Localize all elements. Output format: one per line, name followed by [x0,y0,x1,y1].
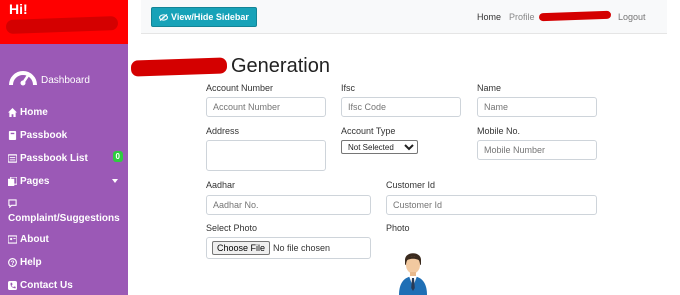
nav-profile-link[interactable]: Profile [509,12,535,22]
select-photo-label: Select Photo [206,223,258,233]
mobile-label: Mobile No. [477,126,521,136]
name-input[interactable] [477,97,597,117]
sidebar-item-label: Pages [20,176,50,187]
sidebar-item-contact[interactable]: Contact Us [8,280,126,291]
sidebar-item-label: About [20,234,49,245]
nav-logout-link[interactable]: Logout [618,12,646,22]
chevron-down-icon[interactable] [112,179,118,183]
passbook-count-badge: 0 [112,151,123,162]
sidebar-item-label: Passbook List [20,153,88,164]
phone-icon [8,281,17,290]
sidebar-item-home[interactable]: Home [8,107,126,118]
account-type-label: Account Type [341,126,396,136]
sidebar-header: Hi! [0,0,128,44]
sidebar-item-help[interactable]: ? Help [8,257,126,268]
sidebar-item-passbook-list[interactable]: Passbook List 0 [8,151,126,164]
address-textarea[interactable] [206,140,326,171]
aadhar-input[interactable] [206,195,371,215]
book-icon [8,131,17,140]
sidebar-item-about[interactable]: About [8,234,126,245]
eye-slash-icon [159,13,168,21]
redacted-title-prefix [130,57,228,77]
pages-icon [8,177,17,186]
toggle-sidebar-button[interactable]: View/Hide Sidebar [151,7,257,27]
home-icon [8,108,17,117]
sidebar-item-complaint[interactable]: Complaint/Suggestions [8,199,126,224]
top-navbar: View/Hide Sidebar Home Profile Logout [141,0,667,34]
sidebar-item-passbook[interactable]: Passbook [8,130,126,141]
toggle-sidebar-label: View/Hide Sidebar [171,12,249,22]
name-label: Name [477,83,502,93]
customer-id-input[interactable] [386,195,597,215]
dashboard-gauge-icon [9,71,37,86]
svg-text:?: ? [11,260,15,267]
list-icon [8,154,17,163]
sidebar-item-label: Contact Us [20,280,73,291]
customer-id-label: Customer Id [386,180,436,190]
account-type-select[interactable]: Not Selected [341,140,418,154]
sidebar-item-pages[interactable]: Pages [8,176,126,187]
choose-file-button[interactable]: Choose File [212,241,271,255]
sidebar-item-label: Help [20,257,42,268]
mobile-input[interactable] [477,140,597,160]
account-number-input[interactable] [206,97,326,117]
sidebar-item-label: Passbook [20,130,68,141]
photo-label: Photo [386,223,410,233]
sidebar-item-label: Complaint/Suggestions [8,213,120,224]
redacted-username [5,16,119,34]
nav-home-link[interactable]: Home [477,12,501,22]
redacted-username-nav [538,10,612,22]
user-avatar-icon [399,253,427,295]
ifsc-input[interactable] [341,97,461,117]
address-label: Address [206,126,240,136]
sidebar: Hi! Dashboard Home Passbook Passbook Lis… [0,0,128,295]
file-status-text: No file chosen [273,243,331,253]
sidebar-item-label: Home [20,107,48,118]
aadhar-label: Aadhar [206,180,236,190]
ifsc-label: Ifsc [341,83,356,93]
greeting-text: Hi! [9,1,28,17]
chat-icon [8,199,17,208]
address-card-icon [8,235,17,244]
dashboard-label[interactable]: Dashboard [41,75,90,86]
photo-file-input[interactable]: Choose File No file chosen [206,237,371,259]
page-title: Generation [231,55,330,77]
account-number-label: Account Number [206,83,274,93]
question-icon: ? [8,258,17,267]
